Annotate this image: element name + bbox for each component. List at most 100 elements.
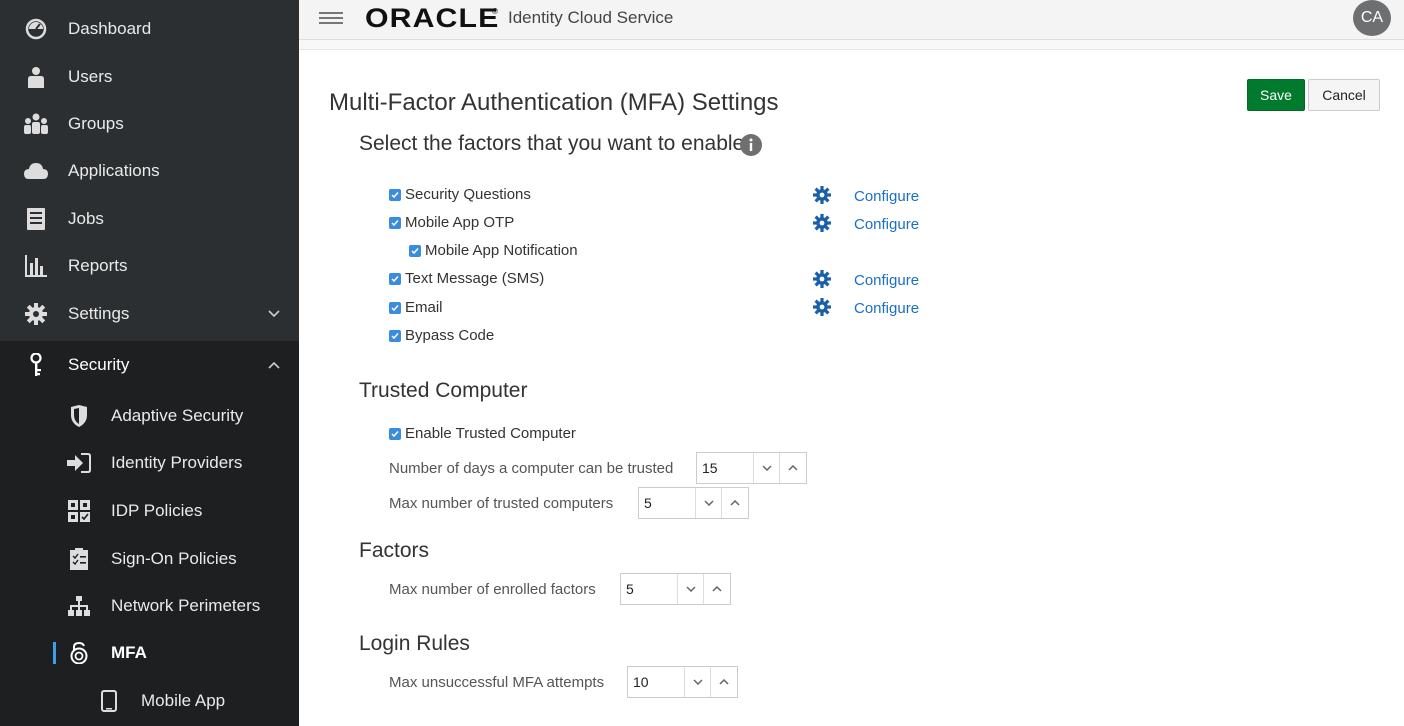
key-icon <box>24 353 48 377</box>
sidebar-item-applications[interactable]: Applications <box>0 147 299 195</box>
sidebar-item-adaptive-security[interactable]: Adaptive Security <box>0 393 299 439</box>
enable-trusted-label: Enable Trusted Computer <box>405 425 576 442</box>
groups-icon <box>24 112 48 136</box>
sidebar-item-label: Security <box>68 355 130 374</box>
jobs-icon <box>24 207 48 231</box>
page-title: Multi-Factor Authentication (MFA) Settin… <box>329 89 779 116</box>
main-content: Multi-Factor Authentication (MFA) Settin… <box>299 51 1404 726</box>
sidebar-item-label: Identity Providers <box>111 453 243 472</box>
sidebar-item-label: Reports <box>68 256 128 275</box>
max-trusted-stepper: 5 <box>638 487 749 519</box>
idp-policy-icon <box>67 499 91 523</box>
gear-icon[interactable] <box>813 270 831 288</box>
trusted-days-input[interactable]: 15 <box>697 453 754 483</box>
factors-prompt: Select the factors that you want to enab… <box>359 132 751 155</box>
increment-button[interactable] <box>722 488 748 518</box>
sidebar-item-reports[interactable]: Reports <box>0 242 299 290</box>
checkbox-email[interactable] <box>389 301 401 314</box>
service-name: Identity Cloud Service <box>508 8 674 27</box>
factor-text-message: Text Message (SMS) <box>389 270 544 287</box>
trusted-days-label: Number of days a computer can be trusted <box>389 460 674 477</box>
sidebar-item-label: Jobs <box>68 209 104 228</box>
enrolled-factors-input[interactable]: 5 <box>621 574 678 604</box>
mfa-attempts-stepper: 10 <box>627 666 738 698</box>
oracle-logo: ORACLE <box>365 3 500 33</box>
registered-mark: ® <box>492 7 498 16</box>
sidebar-item-identity-providers[interactable]: Identity Providers <box>0 440 299 486</box>
checkbox-security-questions[interactable] <box>389 188 401 201</box>
info-icon[interactable] <box>740 134 762 156</box>
checkbox-mobile-app-notification[interactable] <box>409 244 421 257</box>
checkbox-enable-trusted-computer[interactable] <box>389 427 401 440</box>
sidebar-item-label: Applications <box>68 161 160 180</box>
decrement-button[interactable] <box>685 667 711 697</box>
sidebar-item-users[interactable]: Users <box>0 53 299 101</box>
configure-security-questions-link[interactable]: Configure <box>854 188 919 205</box>
sidebar-item-sign-on-policies[interactable]: Sign-On Policies <box>0 536 299 582</box>
sidebar-item-label: Dashboard <box>68 19 152 38</box>
menu-icon[interactable] <box>319 9 343 27</box>
sidebar-item-label: Users <box>68 67 113 86</box>
decrement-button[interactable] <box>754 453 780 483</box>
sidebar-item-network-perimeters[interactable]: Network Perimeters <box>0 583 299 629</box>
max-trusted-input[interactable]: 5 <box>639 488 696 518</box>
configure-mobile-app-otp-link[interactable]: Configure <box>854 216 919 233</box>
sidebar-item-groups[interactable]: Groups <box>0 100 299 148</box>
increment-button[interactable] <box>780 453 806 483</box>
increment-button[interactable] <box>711 667 737 697</box>
sidebar-item-mobile-app[interactable]: Mobile App <box>30 678 329 724</box>
sidebar-item-dashboard[interactable]: Dashboard <box>0 5 299 53</box>
user-icon <box>24 65 48 89</box>
trusted-days-stepper: 15 <box>696 452 807 484</box>
configure-sms-link[interactable]: Configure <box>854 272 919 289</box>
sidebar-item-settings[interactable]: Settings <box>0 290 299 338</box>
dashboard-icon <box>24 17 48 41</box>
sidebar-item-label: Sign-On Policies <box>111 549 237 568</box>
mobile-phone-icon <box>97 689 121 713</box>
login-rules-heading: Login Rules <box>359 632 470 655</box>
mfa-attempts-input[interactable]: 10 <box>628 667 685 697</box>
avatar[interactable]: CA <box>1353 0 1391 36</box>
mfa-lock-icon <box>67 641 91 665</box>
sidebar-item-label: MFA <box>111 643 147 662</box>
checkbox-text-message[interactable] <box>389 272 401 285</box>
factors-heading: Factors <box>359 539 430 562</box>
gear-icon[interactable] <box>813 214 831 232</box>
chevron-up-icon <box>267 358 281 372</box>
factor-mobile-app-notification: Mobile App Notification <box>409 242 578 259</box>
sidebar-item-mfa[interactable]: MFA <box>0 630 299 676</box>
network-icon <box>67 594 91 618</box>
sidebar-item-idp-policies[interactable]: IDP Policies <box>0 488 299 534</box>
save-button[interactable]: Save <box>1247 79 1305 111</box>
factor-label: Bypass Code <box>405 327 495 344</box>
factor-mobile-app-otp: Mobile App OTP <box>389 214 514 231</box>
factor-label: Email <box>405 299 443 316</box>
max-trusted-label: Max number of trusted computers <box>389 495 614 512</box>
increment-button[interactable] <box>704 574 730 604</box>
sidebar-item-label: IDP Policies <box>111 501 203 520</box>
sidebar-item-label: Network Perimeters <box>111 596 261 615</box>
decrement-button[interactable] <box>696 488 722 518</box>
shield-icon <box>67 404 91 428</box>
factor-label: Security Questions <box>405 186 531 203</box>
checkbox-mobile-app-otp[interactable] <box>389 216 401 229</box>
factor-security-questions: Security Questions <box>389 186 531 203</box>
decrement-button[interactable] <box>678 574 704 604</box>
trusted-computer-heading: Trusted Computer <box>359 379 528 402</box>
sidebar: Dashboard Users Groups Applications Jobs… <box>0 0 299 726</box>
cancel-button[interactable]: Cancel <box>1308 79 1380 111</box>
chevron-down-icon <box>267 307 281 321</box>
gear-icon[interactable] <box>813 186 831 204</box>
checkbox-bypass-code[interactable] <box>389 329 401 342</box>
gear-icon[interactable] <box>813 298 831 316</box>
sidebar-item-jobs[interactable]: Jobs <box>0 195 299 243</box>
header-divider <box>299 40 1404 50</box>
gear-icon <box>24 302 48 326</box>
sidebar-item-label: Adaptive Security <box>111 406 244 425</box>
factor-bypass-code: Bypass Code <box>389 327 494 344</box>
sidebar-item-label: Groups <box>68 114 124 133</box>
sidebar-item-label: Mobile App <box>141 691 226 710</box>
configure-email-link[interactable]: Configure <box>854 300 919 317</box>
sidebar-item-security[interactable]: Security <box>0 341 299 389</box>
bar-chart-icon <box>24 254 48 278</box>
